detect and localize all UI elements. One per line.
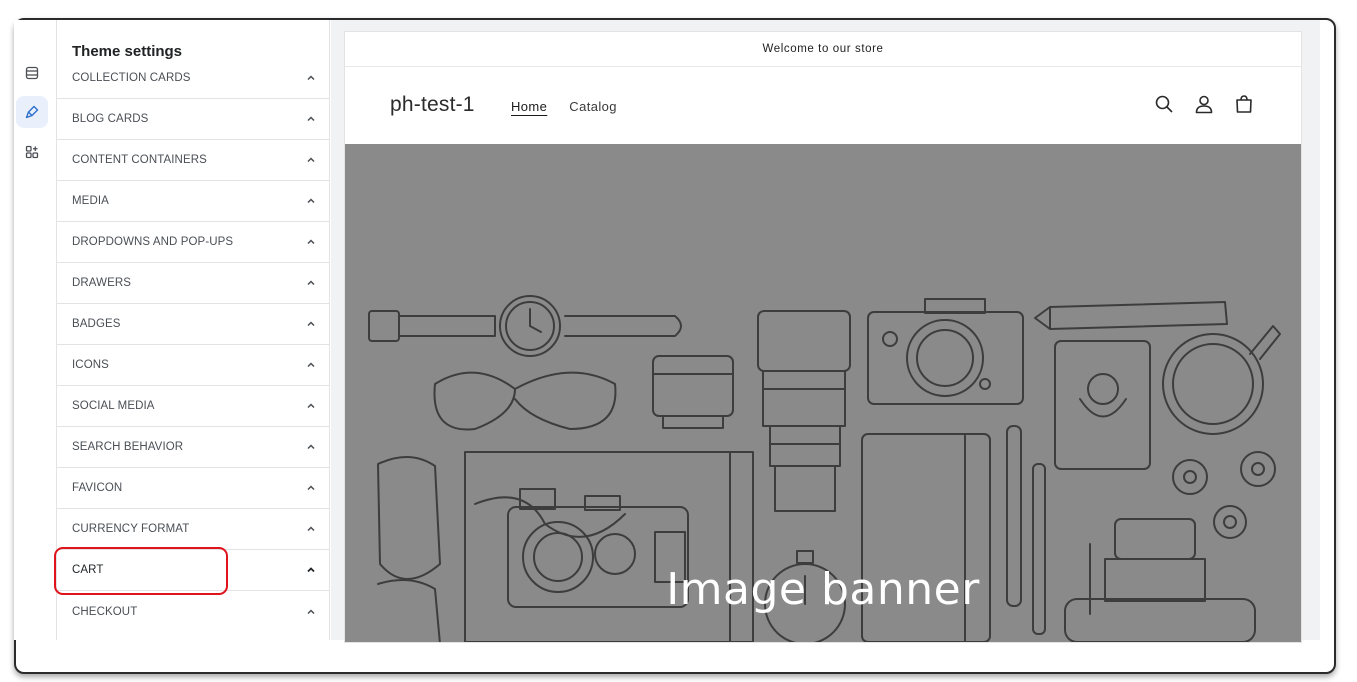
section-label: BADGES	[72, 318, 121, 330]
chevron-up-icon	[307, 608, 315, 614]
chevron-up-icon	[307, 526, 315, 532]
cart-icon[interactable]	[1233, 93, 1255, 115]
section-label: SOCIAL MEDIA	[72, 400, 155, 412]
main-nav: Home Catalog	[511, 99, 617, 114]
nav-link-home[interactable]: Home	[511, 99, 547, 114]
chevron-up-icon	[307, 75, 315, 81]
section-row-cart[interactable]: CART	[57, 550, 329, 591]
chevron-up-icon	[307, 198, 315, 204]
banner-heading: Image banner	[666, 564, 980, 615]
store-brand[interactable]: ph-test-1	[390, 93, 475, 117]
section-label: DROPDOWNS AND POP-UPS	[72, 236, 234, 248]
section-label: CART	[72, 564, 104, 576]
theme-settings-rail-button[interactable]	[16, 96, 48, 128]
storefront-preview: Welcome to our store ph-test-1 Home Cata…	[345, 32, 1301, 642]
section-label: DRAWERS	[72, 277, 132, 289]
section-label: COLLECTION CARDS	[72, 72, 191, 84]
section-row-dropdowns-and-pop-ups[interactable]: DROPDOWNS AND POP-UPS	[57, 222, 329, 263]
chevron-up-icon	[307, 444, 315, 450]
store-header: ph-test-1 Home Catalog	[345, 67, 1301, 144]
section-label: SEARCH BEHAVIOR	[72, 441, 184, 453]
chevron-up-icon	[307, 362, 315, 368]
nav-link-catalog[interactable]: Catalog	[569, 99, 617, 114]
section-label: CURRENCY FORMAT	[72, 523, 190, 535]
section-row-checkout[interactable]: CHECKOUT	[57, 591, 329, 632]
search-icon[interactable]	[1153, 93, 1175, 115]
section-label: FAVICON	[72, 482, 123, 494]
sections-rail-button[interactable]	[16, 57, 48, 89]
section-label: MEDIA	[72, 195, 109, 207]
chevron-up-icon	[307, 157, 315, 163]
section-label: CONTENT CONTAINERS	[72, 154, 207, 166]
section-row-badges[interactable]: BADGES	[57, 304, 329, 345]
theme-settings-brush-icon	[25, 105, 39, 119]
section-row-media[interactable]: MEDIA	[57, 181, 329, 222]
sections-icon	[25, 66, 39, 80]
chevron-up-icon	[307, 239, 315, 245]
chevron-up-icon	[307, 485, 315, 491]
section-label: ICONS	[72, 359, 109, 371]
chevron-up-icon	[307, 567, 315, 573]
image-banner: Image banner	[345, 144, 1301, 642]
app-blocks-rail-button[interactable]	[16, 136, 48, 168]
announcement-bar: Welcome to our store	[345, 32, 1301, 67]
section-row-search-behavior[interactable]: SEARCH BEHAVIOR	[57, 427, 329, 468]
section-row-icons[interactable]: ICONS	[57, 345, 329, 386]
section-row-social-media[interactable]: SOCIAL MEDIA	[57, 386, 329, 427]
chevron-up-icon	[307, 403, 315, 409]
section-row-content-containers[interactable]: CONTENT CONTAINERS	[57, 140, 329, 181]
section-row-blog-cards[interactable]: BLOG CARDS	[57, 99, 329, 140]
section-row-drawers[interactable]: DRAWERS	[57, 263, 329, 304]
section-row-collection-cards[interactable]: COLLECTION CARDS	[57, 58, 329, 99]
chevron-up-icon	[307, 116, 315, 122]
section-row-currency-format[interactable]: CURRENCY FORMAT	[57, 509, 329, 550]
chevron-up-icon	[307, 321, 315, 327]
app-blocks-icon	[25, 145, 39, 159]
editor-icon-rail	[14, 20, 56, 640]
account-icon[interactable]	[1193, 93, 1215, 115]
settings-section-list: COLLECTION CARDS BLOG CARDS CONTENT CONT…	[57, 58, 329, 632]
chevron-up-icon	[307, 280, 315, 286]
section-label: CHECKOUT	[72, 605, 138, 618]
theme-settings-panel: Theme settings COLLECTION CARDS BLOG CAR…	[56, 20, 330, 640]
section-label: BLOG CARDS	[72, 113, 149, 125]
section-row-favicon[interactable]: FAVICON	[57, 468, 329, 509]
